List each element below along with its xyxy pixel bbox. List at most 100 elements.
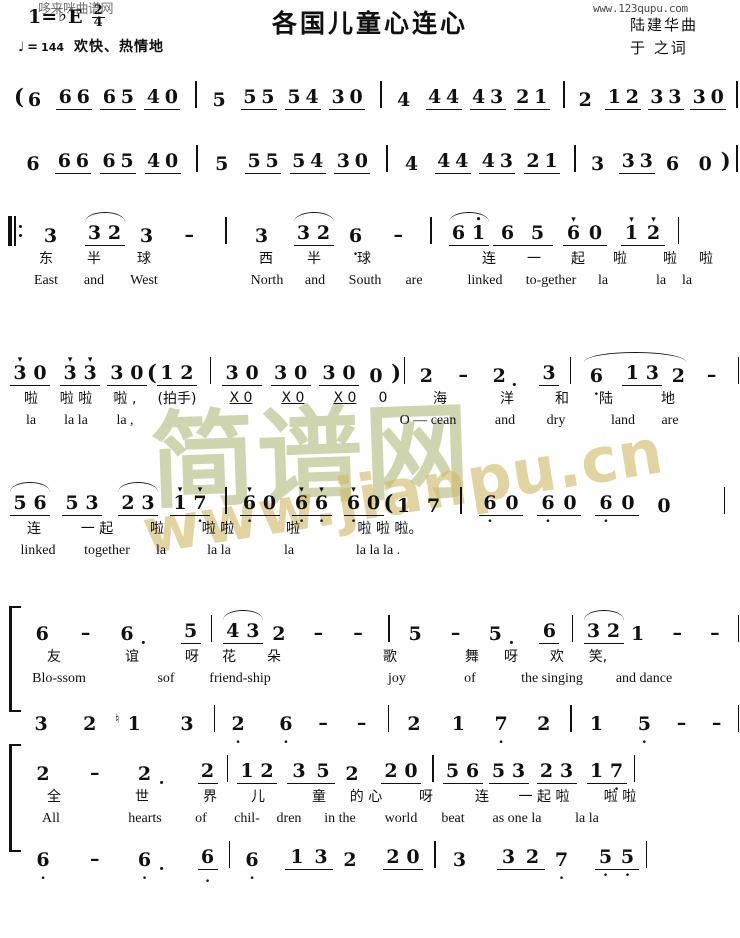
lyric-syllable: 一 bbox=[527, 250, 541, 267]
note: 6 bbox=[102, 86, 116, 108]
note: 3 bbox=[639, 150, 653, 172]
barline bbox=[645, 841, 647, 868]
note: 2 bbox=[121, 492, 135, 514]
lyric-syllable: 呀 bbox=[504, 648, 518, 665]
note: 6. bbox=[245, 849, 259, 884]
lyric-syllable-en: la bbox=[655, 272, 667, 288]
note: 2 bbox=[386, 846, 400, 868]
note: 4 bbox=[437, 150, 451, 172]
note: 2 bbox=[539, 760, 554, 782]
note: 6. bbox=[36, 849, 50, 884]
note: 4 bbox=[445, 86, 460, 108]
note: 6 bbox=[35, 623, 49, 645]
note: 1 bbox=[589, 713, 604, 735]
lyric-syllable: 友 bbox=[47, 648, 61, 665]
beamed-group: 5 4 bbox=[284, 86, 321, 110]
beamed-group: 4 4 bbox=[425, 86, 462, 110]
lyric-syllable: 陆 bbox=[599, 390, 613, 407]
note: 4 bbox=[226, 620, 240, 642]
note: ▾ 6 bbox=[566, 215, 581, 244]
note: 3 bbox=[499, 150, 513, 172]
paren-close: ) bbox=[720, 148, 731, 173]
octave-down-dot-icon: . bbox=[319, 510, 324, 527]
key-letter: E bbox=[68, 6, 83, 28]
barline bbox=[434, 841, 436, 868]
barline bbox=[195, 81, 197, 108]
staccato-icon: ▾ bbox=[67, 355, 73, 365]
flat-icon: ♭ bbox=[58, 4, 68, 26]
beamed-group: 5 3 bbox=[488, 762, 529, 784]
beamed-group: 2 1 bbox=[513, 88, 550, 110]
dotted-note-dot-icon: . bbox=[508, 628, 515, 649]
lyricist-credit: 于 之词 bbox=[629, 39, 688, 58]
lyric-syllable: 球 bbox=[137, 250, 151, 267]
lyric-syllable: 童 bbox=[312, 788, 326, 805]
note: 6 bbox=[465, 760, 480, 782]
note: 3 bbox=[501, 846, 516, 868]
beamed-group: 4 3 bbox=[469, 86, 506, 110]
note: 6.. bbox=[137, 849, 165, 884]
note: 2 bbox=[36, 763, 50, 785]
lyric-syllable-en: world bbox=[384, 810, 418, 826]
staccato-icon: ▾ bbox=[17, 355, 23, 365]
beamed-group: 2 3 bbox=[536, 760, 577, 784]
slurred-group: 6. 1 3 2 bbox=[584, 352, 688, 400]
note: 3 bbox=[141, 492, 155, 514]
octave-down-dot-icon: . bbox=[299, 510, 304, 527]
lyric-syllable-en: linked bbox=[20, 542, 56, 558]
clap-pattern: X 0 bbox=[333, 389, 357, 406]
lyric-syllable: 一 起 啦 bbox=[518, 788, 570, 805]
note: 6. bbox=[279, 713, 293, 748]
lyric-syllable-en: of bbox=[464, 670, 476, 686]
note: 1 bbox=[589, 760, 604, 782]
note: 5 bbox=[184, 620, 198, 642]
note: 2 bbox=[537, 713, 551, 735]
staff-row-upper-voice: 2 – 2. 2 1 2 3 5 2 2 0 5 6 5 3 2 3 1 7 . bbox=[0, 738, 740, 793]
lyric-syllable-en: dren bbox=[276, 810, 302, 826]
note: 5 bbox=[215, 153, 229, 175]
octave-down-dot-icon: . bbox=[353, 243, 358, 260]
barline bbox=[737, 615, 740, 642]
lyric-syllable-en: sof bbox=[157, 670, 175, 686]
octave-down-dot-icon: . bbox=[614, 778, 619, 795]
beamed-group: 4 3 bbox=[222, 610, 263, 644]
lyric-syllable: 儿 bbox=[251, 788, 265, 805]
note: 4 bbox=[481, 150, 495, 172]
beamed-group: 5 6 bbox=[442, 760, 483, 784]
paren-open: ( bbox=[146, 360, 157, 385]
octave-down-dot-icon: . bbox=[625, 864, 630, 881]
lyric-syllable: 呀 bbox=[185, 648, 199, 665]
note: 5 bbox=[287, 86, 301, 108]
beamed-group: 3 0 bbox=[222, 364, 263, 386]
lyric-syllable: 啦 啦 啦。 bbox=[357, 520, 423, 537]
note: 1 bbox=[160, 362, 174, 384]
note: 0 bbox=[366, 492, 381, 514]
sustain-dash: – bbox=[313, 622, 324, 644]
time-signature: 2 4 bbox=[91, 4, 105, 28]
lyrics-row-chinese: 友 谊 呀 花 朵 歌 舞 呀 欢 笑, bbox=[0, 644, 740, 667]
note: 4 bbox=[310, 150, 324, 172]
beamed-group: 6 5 bbox=[492, 224, 553, 246]
beamed-group: ▾ 6 0 bbox=[562, 215, 607, 246]
note: ▾ 3 bbox=[83, 355, 97, 384]
barline bbox=[736, 81, 738, 108]
lyric-syllable: 半 bbox=[307, 250, 321, 267]
staff-row-upper-voice: 6 – 6. 5 4 3 2 – – 5 – 5. 6 3 2 1 – – bbox=[0, 598, 740, 649]
note: 2 bbox=[343, 849, 357, 871]
note: 3 bbox=[331, 86, 345, 108]
note: 4 bbox=[427, 86, 442, 108]
lyric-syllable: 啦 啦 bbox=[59, 390, 93, 407]
sustain-dash: – bbox=[90, 848, 100, 870]
note: 2 bbox=[272, 623, 286, 645]
note: 3 bbox=[490, 86, 504, 108]
note: 3 bbox=[246, 620, 260, 642]
beamed-group: 2 1 bbox=[523, 152, 560, 174]
note: 3 bbox=[34, 713, 48, 735]
staccato-icon: ▾ bbox=[651, 215, 656, 225]
lyric-syllable-en: North bbox=[250, 272, 284, 288]
beamed-group: 6 bbox=[539, 622, 560, 644]
note: 1 bbox=[396, 495, 411, 517]
note: 6. bbox=[589, 365, 603, 400]
note: 0 bbox=[710, 86, 724, 108]
note: 1 bbox=[625, 362, 639, 384]
